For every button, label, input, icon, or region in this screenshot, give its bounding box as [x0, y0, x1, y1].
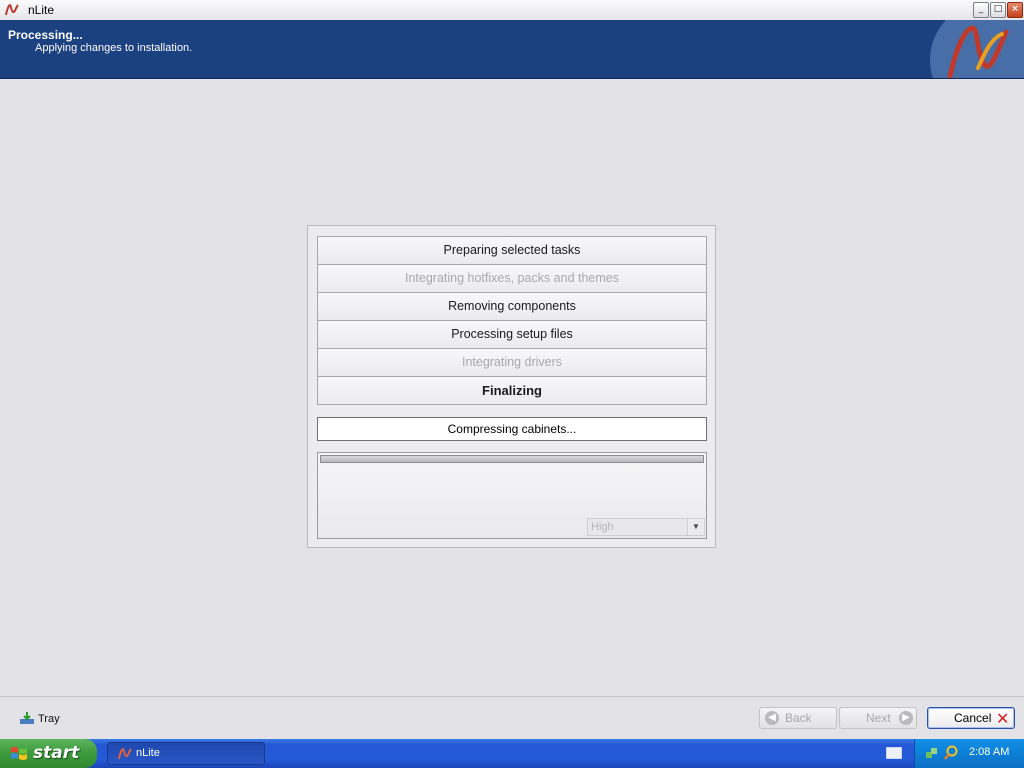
cancel-label: Cancel: [954, 711, 992, 725]
maximize-button[interactable]: □: [990, 2, 1006, 18]
task-item-finalizing: Finalizing: [317, 377, 707, 405]
cancel-button[interactable]: Cancel ✕: [927, 707, 1015, 729]
windows-taskbar: start nLite 2:08 AM: [0, 739, 1024, 768]
windows-logo-icon: [11, 747, 27, 760]
banner-title: Processing...: [8, 28, 83, 42]
back-label: Back: [785, 711, 812, 725]
status-text: Compressing cabinets...: [317, 417, 707, 441]
priority-value: High: [591, 521, 614, 533]
task-item-drivers: Integrating drivers: [317, 349, 707, 377]
progress-area: High ▼: [317, 452, 707, 539]
tray-icon[interactable]: [19, 711, 35, 725]
nlite-logo-icon: [930, 20, 1024, 78]
banner-subtitle: Applying changes to installation.: [35, 42, 193, 54]
task-item-preparing: Preparing selected tasks: [317, 236, 707, 265]
dropdown-arrow-icon[interactable]: ▼: [687, 519, 704, 535]
task-item-removing-components: Removing components: [317, 293, 707, 321]
tray-label[interactable]: Tray: [38, 713, 60, 725]
task-item-hotfixes: Integrating hotfixes, packs and themes: [317, 265, 707, 293]
nlite-app-icon: [5, 3, 19, 16]
task-item-setup-files: Processing setup files: [317, 321, 707, 349]
priority-dropdown[interactable]: High ▼: [587, 518, 705, 536]
cancel-x-icon: ✕: [996, 709, 1010, 728]
start-label: start: [33, 743, 80, 763]
clock: 2:08 AM: [969, 746, 1010, 758]
header-banner: Processing... Applying changes to instal…: [0, 20, 1024, 79]
progress-fill: [321, 456, 703, 462]
search-icon[interactable]: [943, 745, 959, 761]
title-bar[interactable]: nLite _ □ ×: [0, 0, 1024, 21]
next-button[interactable]: Next ▶: [839, 707, 917, 729]
next-arrow-icon: ▶: [899, 711, 913, 725]
taskbar-item-label: nLite: [136, 747, 160, 759]
taskbar-item-nlite[interactable]: nLite: [107, 742, 265, 765]
progress-bar: [320, 455, 704, 463]
task-list: Preparing selected tasks Integrating hot…: [317, 236, 707, 405]
network-icon[interactable]: [925, 746, 939, 760]
next-label: Next: [866, 711, 891, 725]
back-button[interactable]: ◀ Back: [759, 707, 837, 729]
start-button[interactable]: start: [0, 739, 97, 768]
close-button[interactable]: ×: [1007, 2, 1023, 18]
keyboard-icon[interactable]: [886, 747, 902, 759]
window-title: nLite: [28, 3, 55, 17]
wizard-footer: Tray ◀ Back Next ▶ Cancel ✕: [0, 696, 1024, 740]
minimize-button[interactable]: _: [973, 2, 989, 18]
system-tray: 2:08 AM: [914, 739, 1024, 768]
back-arrow-icon: ◀: [765, 711, 779, 725]
progress-panel: Preparing selected tasks Integrating hot…: [307, 225, 716, 548]
nlite-app-icon: [118, 747, 132, 760]
